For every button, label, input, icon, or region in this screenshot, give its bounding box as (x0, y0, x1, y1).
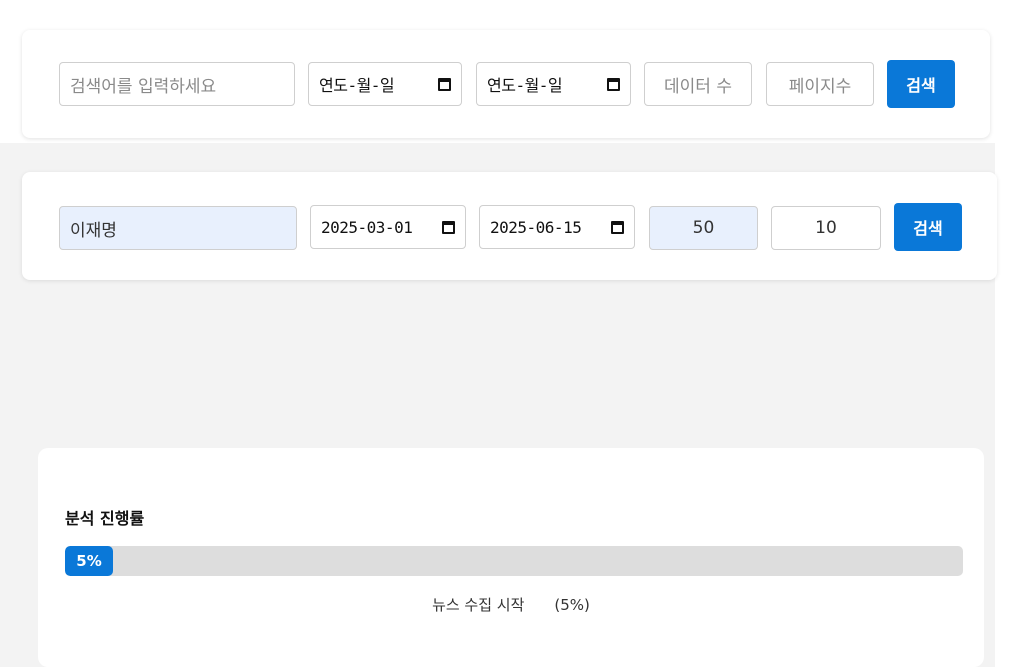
search-card-empty: 검색어를 입력하세요 연도-월-일 연도-월-일 데이터 수 페이지수 검색 (22, 30, 990, 138)
start-date-placeholder: 연도-월-일 (319, 76, 395, 95)
progress-title: 분석 진행률 (65, 509, 145, 528)
keyword-placeholder: 검색어를 입력하세요 (70, 76, 217, 97)
data-count-input[interactable]: 데이터 수 (644, 62, 752, 106)
keyword-input[interactable]: 검색어를 입력하세요 (59, 62, 295, 106)
end-date-input[interactable]: 연도-월-일 (476, 62, 631, 106)
end-date-input[interactable]: 2025-06-15 (479, 205, 635, 249)
progress-status: 뉴스 수집 시작 (5%) (38, 594, 984, 615)
search-button[interactable]: 검색 (894, 203, 962, 251)
progress-card: 분석 진행률 5% 뉴스 수집 시작 (5%) (38, 448, 984, 667)
calendar-icon[interactable] (438, 77, 451, 91)
page-count-placeholder: 페이지수 (788, 76, 852, 97)
start-date-value: 2025-03-01 (321, 217, 413, 237)
calendar-icon[interactable] (607, 77, 620, 91)
progress-fill: 5% (65, 546, 113, 576)
data-count-value: 50 (692, 218, 715, 238)
keyword-value: 이재명 (70, 220, 117, 241)
start-date-input[interactable]: 2025-03-01 (310, 205, 466, 249)
search-row-filled: 이재명 2025-03-01 2025-06-15 50 10 검색 (22, 172, 997, 280)
search-button[interactable]: 검색 (887, 60, 955, 108)
page-count-input[interactable]: 10 (771, 206, 881, 250)
search-row-empty: 검색어를 입력하세요 연도-월-일 연도-월-일 데이터 수 페이지수 검색 (22, 30, 990, 138)
page-count-value: 10 (815, 218, 837, 238)
progress-status-percent: (5%) (554, 596, 590, 614)
data-count-placeholder: 데이터 수 (664, 76, 732, 97)
progress-track: 5% (65, 546, 963, 576)
calendar-icon[interactable] (611, 220, 624, 234)
start-date-input[interactable]: 연도-월-일 (308, 62, 462, 106)
end-date-placeholder: 연도-월-일 (487, 76, 563, 95)
calendar-icon[interactable] (442, 220, 455, 234)
end-date-value: 2025-06-15 (490, 217, 582, 237)
progress-status-text: 뉴스 수집 시작 (432, 596, 525, 614)
data-count-input[interactable]: 50 (649, 206, 758, 250)
search-card-filled: 이재명 2025-03-01 2025-06-15 50 10 검색 (22, 172, 997, 280)
page-count-input[interactable]: 페이지수 (766, 62, 874, 106)
keyword-input[interactable]: 이재명 (59, 206, 297, 250)
